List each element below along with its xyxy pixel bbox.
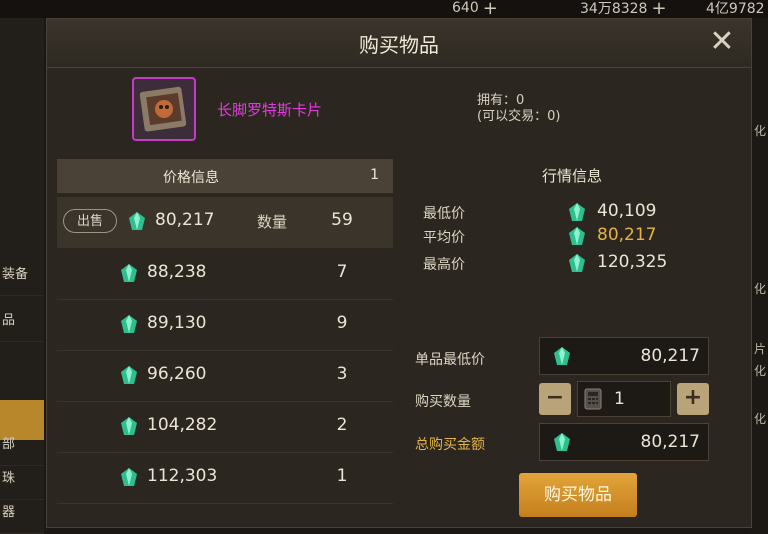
gem-icon xyxy=(569,203,585,223)
row-quantity: 1 xyxy=(336,466,348,486)
total-price-label: 总购买金额 xyxy=(415,437,485,453)
row-price: 80,217 xyxy=(155,210,215,230)
price-row[interactable]: 104,282 2 xyxy=(57,402,393,453)
price-row[interactable]: 出售 80,217 数量 59 xyxy=(57,197,393,248)
row-price: 88,238 xyxy=(147,262,207,282)
quantity-label: 购买数量 xyxy=(415,394,471,410)
price-info-panel: 价格信息 1 出售 80,217 数量 59 88,238 7 89,130 9… xyxy=(57,159,393,521)
average-price-label: 平均价 xyxy=(423,230,465,246)
sell-button[interactable]: 出售 xyxy=(63,209,117,233)
price-row[interactable]: 96,260 3 xyxy=(57,351,393,402)
market-info-header: 行情信息 xyxy=(541,167,602,185)
item-card-thumbnail xyxy=(132,77,196,141)
total-price-field: 80,217 xyxy=(539,423,709,461)
calculator-icon[interactable] xyxy=(584,388,602,410)
quantity-field[interactable]: 1 xyxy=(577,381,671,417)
row-quantity: 9 xyxy=(336,313,348,333)
total-price-value: 80,217 xyxy=(640,432,700,452)
row-price: 89,130 xyxy=(147,313,207,333)
price-row[interactable]: 89,130 9 xyxy=(57,300,393,351)
dialog-title: 购买物品 xyxy=(359,33,439,57)
resource-bar: 640 + 34万8328 + 4亿9782 xyxy=(0,0,768,19)
minus-icon[interactable]: − xyxy=(539,383,571,415)
price-row[interactable]: 112,303 1 xyxy=(57,453,393,504)
plus-icon[interactable]: + xyxy=(677,383,709,415)
item-name: 长脚罗特斯卡片 xyxy=(217,101,323,119)
buy-item-dialog: 购买物品 ✕ 长脚罗特斯卡片 拥有：0 (可以交易：0) 价格信息 1 出售 8… xyxy=(46,18,752,528)
price-row[interactable]: 88,238 7 xyxy=(57,249,393,300)
price-info-header: 价格信息 1 xyxy=(57,159,393,193)
gem-icon xyxy=(569,227,585,247)
side-menu-item[interactable]: 品 xyxy=(0,296,44,342)
quantity-value: 1 xyxy=(614,389,625,409)
lowest-price-label: 最低价 xyxy=(423,206,465,222)
row-quantity: 2 xyxy=(336,415,348,435)
highest-price-label: 最高价 xyxy=(423,257,465,273)
side-menu-item[interactable]: 装备 xyxy=(0,250,44,296)
resource-gold-count: 640 + xyxy=(452,0,498,19)
gem-icon xyxy=(554,433,570,453)
unit-price-value: 80,217 xyxy=(640,346,700,366)
close-icon[interactable]: ✕ xyxy=(707,27,737,57)
gem-icon xyxy=(121,417,137,437)
unit-price-field: 80,217 xyxy=(539,337,709,375)
background-side-menu: 装备 品 部 珠 器 xyxy=(0,18,44,534)
gem-icon xyxy=(554,347,570,367)
quantity-label: 数量 xyxy=(257,213,288,231)
gem-icon xyxy=(121,264,137,284)
row-price: 112,303 xyxy=(147,466,218,486)
gem-icon xyxy=(121,366,137,386)
resource-gem-count: 34万8328 + xyxy=(580,0,667,19)
row-price: 104,282 xyxy=(147,415,218,435)
dialog-title-bar: 购买物品 ✕ xyxy=(47,19,751,68)
side-menu-item[interactable]: 器 xyxy=(0,488,44,534)
gem-icon xyxy=(569,254,585,274)
highest-price-value: 120,325 xyxy=(597,252,668,272)
gem-icon xyxy=(129,212,145,232)
resource-zeny-count: 4亿9782 xyxy=(706,1,765,17)
market-info-panel: 行情信息 最低价 40,109 平均价 80,217 最高价 120,325 单… xyxy=(401,159,743,521)
unit-price-label: 单品最低价 xyxy=(415,352,485,368)
average-price-value: 80,217 xyxy=(597,225,657,245)
card-image-icon xyxy=(139,86,187,132)
gem-icon xyxy=(121,468,137,488)
buy-button[interactable]: 购买物品 xyxy=(519,473,637,517)
row-quantity: 3 xyxy=(336,364,348,384)
background-right-list: 化 化 片 化 化 xyxy=(750,18,768,534)
gem-icon xyxy=(121,315,137,335)
row-quantity: 7 xyxy=(336,262,348,282)
lowest-price-value: 40,109 xyxy=(597,201,657,221)
row-quantity: 59 xyxy=(331,210,353,230)
page-number: 1 xyxy=(370,167,379,183)
row-price: 96,260 xyxy=(147,364,207,384)
owned-count: 拥有：0 (可以交易：0) xyxy=(477,93,561,124)
